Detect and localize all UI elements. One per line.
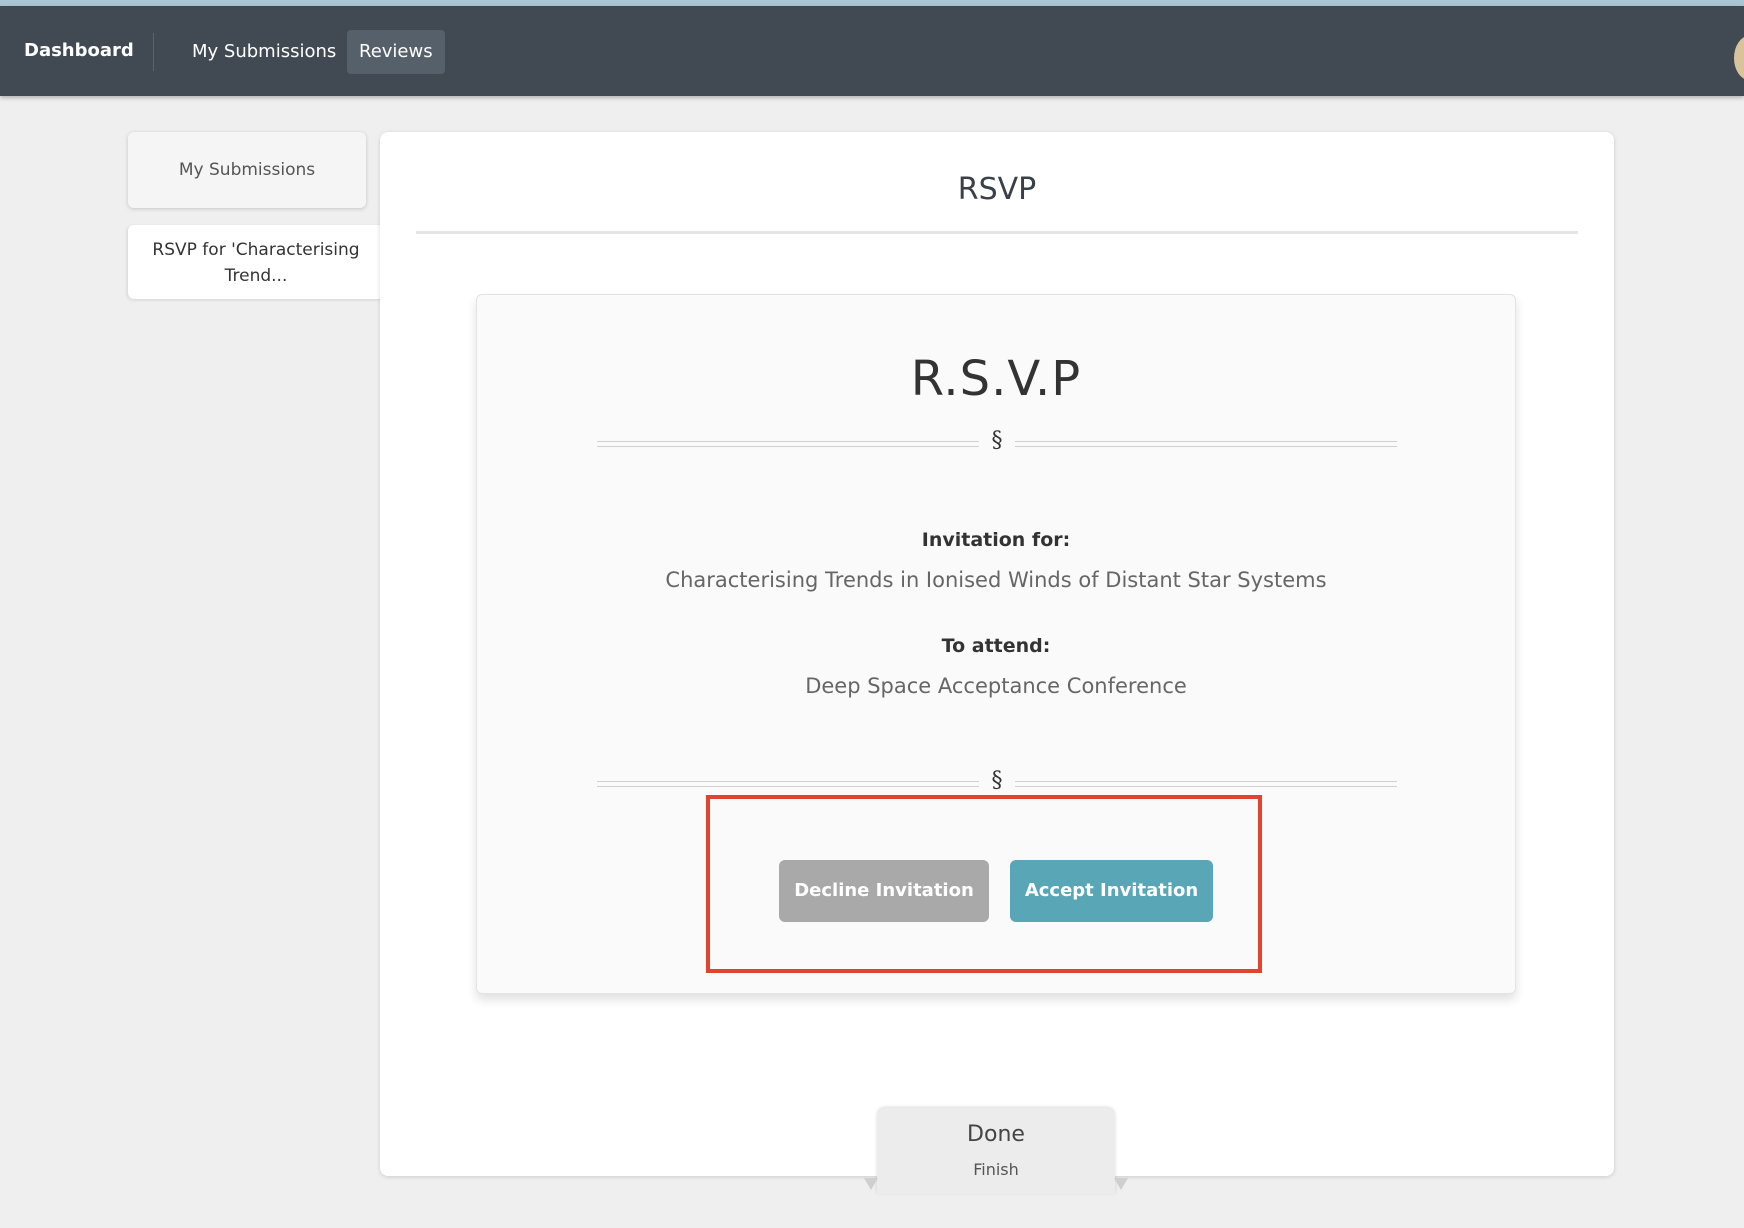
done-finish-tab[interactable]: Done Finish [877,1108,1115,1194]
nav-dashboard-link[interactable]: Dashboard [24,6,134,96]
tab-notch-left [864,1178,878,1190]
done-title: Done [967,1122,1025,1147]
page-title: RSVP [957,172,1037,207]
section-symbol: § [991,768,1003,793]
invitation-title: Characterising Trends in Ionised Winds o… [665,568,1327,592]
section-divider-bottom: § [597,768,1397,796]
nav-separator [153,33,154,71]
conference-name: Deep Space Acceptance Conference [805,674,1187,698]
sidebar-item-label: My Submissions [178,160,316,180]
user-avatar[interactable] [1734,36,1744,80]
top-navbar: Dashboard My Submissions Reviews [0,6,1744,96]
title-divider [416,231,1578,234]
attend-label: To attend: [941,635,1051,657]
done-subtitle: Finish [973,1160,1019,1179]
accept-invitation-button[interactable]: Accept Invitation [1010,860,1213,922]
invitation-label: Invitation for: [921,529,1071,551]
nav-reviews-link[interactable]: Reviews [347,30,445,74]
sidebar-item-my-submissions[interactable]: My Submissions [128,132,366,208]
main-panel: RSVP R.S.V.P Invitation for: Characteris… [380,132,1614,1176]
rsvp-heading: R.S.V.P [910,351,1082,407]
section-symbol: § [991,428,1003,453]
section-divider-top: § [597,428,1397,456]
tab-notch-right [1114,1178,1128,1190]
nav-my-submissions-link[interactable]: My Submissions [180,30,348,74]
decline-invitation-button[interactable]: Decline Invitation [779,860,989,922]
sidebar-item-rsvp[interactable]: RSVP for 'Characterising Trend... [128,225,384,299]
sidebar-item-label: RSVP for 'Characterising Trend... [152,240,360,286]
